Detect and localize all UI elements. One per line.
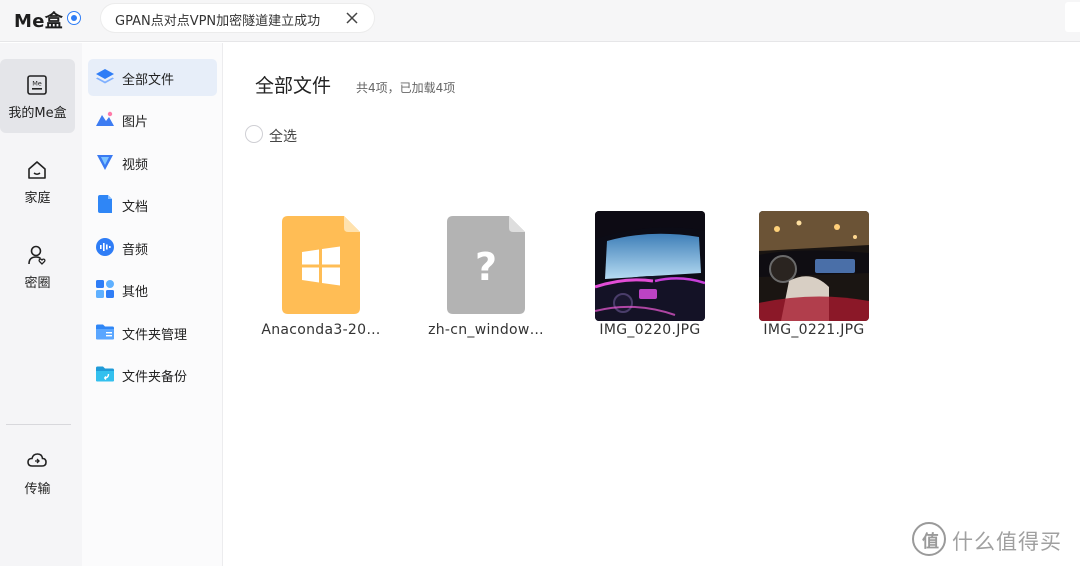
rail-label: 传输 xyxy=(24,482,51,497)
category-label: 图片 xyxy=(122,115,149,130)
top-bar: Me盒 GPAN点对点VPN加密隧道建立成功 xyxy=(0,0,1080,42)
home-icon xyxy=(28,161,46,179)
category-documents[interactable]: 文档 xyxy=(88,186,217,223)
rail-item-circle[interactable]: 密圈 xyxy=(0,229,75,303)
category-label: 视频 xyxy=(122,158,149,173)
svg-text:Me: Me xyxy=(32,80,42,88)
file-item-anaconda[interactable]: Anaconda3-20… xyxy=(251,210,391,345)
app-brand: Me盒 xyxy=(14,11,64,32)
watermark: 值 什么值得买 xyxy=(912,522,1072,558)
category-folder-manage[interactable]: 文件夹管理 xyxy=(88,314,217,351)
file-name: Anaconda3-20… xyxy=(261,322,381,338)
rail-item-home[interactable]: 家庭 xyxy=(0,144,75,218)
folder-manage-icon xyxy=(96,324,114,340)
notice-text: GPAN点对点VPN加密隧道建立成功 xyxy=(115,14,321,29)
category-label: 文档 xyxy=(122,200,149,215)
image-thumbnail xyxy=(759,211,869,321)
status-dot-icon xyxy=(67,11,81,25)
select-all-checkbox[interactable]: 全选 xyxy=(245,124,335,146)
layers-icon xyxy=(96,69,114,84)
left-rail: Me 我的Me盒 家庭 密圈 传输 xyxy=(0,43,82,566)
window-control-area[interactable] xyxy=(1065,2,1080,32)
watermark-text: 什么值得买 xyxy=(952,530,1062,554)
vpn-notice-toast: GPAN点对点VPN加密隧道建立成功 xyxy=(101,4,374,32)
cloud-transfer-icon xyxy=(27,453,47,467)
rail-divider xyxy=(6,424,71,425)
category-videos[interactable]: 视频 xyxy=(88,144,217,181)
close-icon[interactable] xyxy=(343,9,361,27)
image-thumbnail xyxy=(595,211,705,321)
rail-item-my-mebox[interactable]: Me 我的Me盒 xyxy=(0,59,75,133)
category-label: 音频 xyxy=(122,243,149,258)
unknown-file-icon: ? xyxy=(447,216,525,314)
page-title: 全部文件 xyxy=(255,75,332,97)
rail-label: 密圈 xyxy=(24,276,51,291)
file-count: 共4项，已加载4项 xyxy=(356,81,456,95)
circle-user-icon xyxy=(28,245,46,265)
watermark-logo-icon: 值 xyxy=(912,522,946,556)
document-icon xyxy=(98,195,112,213)
folder-backup-icon xyxy=(96,366,114,382)
image-icon xyxy=(96,111,114,126)
rail-label: 家庭 xyxy=(24,191,51,206)
audio-icon xyxy=(96,238,114,256)
video-icon xyxy=(97,155,113,170)
category-others[interactable]: 其他 xyxy=(88,271,217,308)
rail-label: 我的Me盒 xyxy=(8,106,67,121)
file-item-windows[interactable]: ? zh-cn_window… xyxy=(416,210,556,345)
file-name: zh-cn_window… xyxy=(428,322,544,338)
category-label: 文件夹备份 xyxy=(122,370,188,385)
rail-item-transfer[interactable]: 传输 xyxy=(0,435,75,509)
file-name: IMG_0220.JPG xyxy=(599,322,701,338)
file-item-img-0220[interactable]: IMG_0220.JPG xyxy=(580,210,720,345)
installer-file-icon xyxy=(282,216,360,314)
category-list: 全部文件 图片 视频 文档 音频 其他 文件夹管理 文件夹备份 xyxy=(82,43,223,566)
category-all-files[interactable]: 全部文件 xyxy=(88,59,217,96)
watermark-logo-text: 值 xyxy=(922,532,939,552)
file-name: IMG_0221.JPG xyxy=(763,322,865,338)
select-all-label: 全选 xyxy=(269,129,297,145)
category-images[interactable]: 图片 xyxy=(88,101,217,138)
svg-text:?: ? xyxy=(475,245,497,289)
select-all-radio-icon[interactable] xyxy=(245,125,263,143)
category-label: 全部文件 xyxy=(122,73,175,88)
grid-icon xyxy=(96,280,114,298)
category-label: 文件夹管理 xyxy=(122,328,188,343)
category-label: 其他 xyxy=(122,285,149,300)
category-folder-backup[interactable]: 文件夹备份 xyxy=(88,356,217,393)
file-item-img-0221[interactable]: IMG_0221.JPG xyxy=(744,210,884,345)
category-audio[interactable]: 音频 xyxy=(88,229,217,266)
me-box-icon: Me xyxy=(27,75,47,95)
